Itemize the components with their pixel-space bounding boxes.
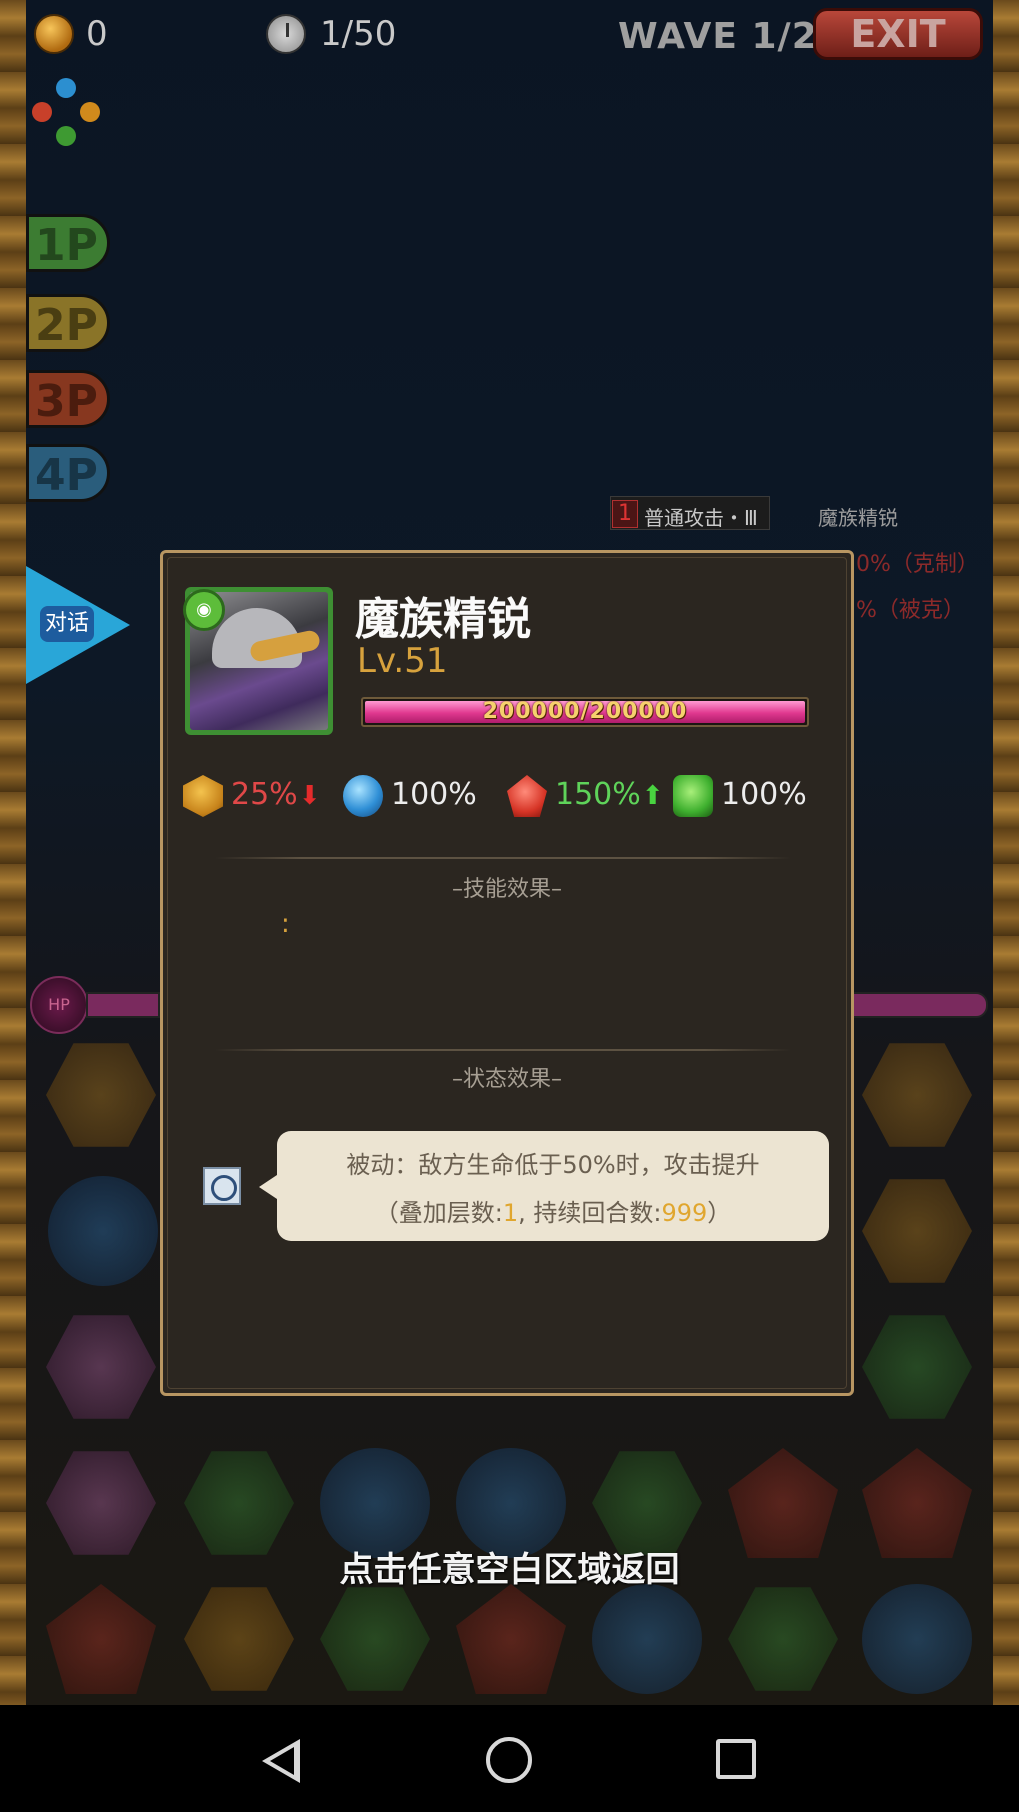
gold-element-icon: [183, 775, 223, 817]
divider: [215, 1049, 791, 1051]
enemy-hp-text: 200000/200000: [482, 699, 688, 724]
status-effect-tooltip: 被动：敌方生命低于50%时，攻击提升 （叠加层数:1, 持续回合数:999）: [259, 1131, 829, 1241]
wood-orb[interactable]: [728, 1587, 838, 1691]
gold-orb[interactable]: [862, 1043, 972, 1147]
water-orb[interactable]: [862, 1584, 972, 1694]
wave-indicator: WAVE 1/2: [618, 16, 818, 57]
stack-count: 1: [502, 1199, 519, 1227]
bg-skill-number: 1: [612, 500, 638, 528]
arrow-up-icon: ⬆: [641, 781, 664, 811]
coin-icon: [34, 14, 74, 54]
resistance-value: 100%: [721, 777, 807, 812]
bg-enemy-name: 魔族精锐: [818, 506, 898, 530]
menu-icon[interactable]: [32, 78, 102, 148]
home-icon[interactable]: [486, 1737, 532, 1783]
fire-orb[interactable]: [456, 1584, 566, 1694]
team-hp-bar-right: [852, 992, 988, 1018]
fire-element-icon: [507, 775, 547, 817]
fire-orb[interactable]: [46, 1584, 156, 1694]
return-hint: 点击任意空白区域返回: [339, 1550, 680, 1590]
enemy-hp-bar: 200000/200000: [361, 697, 809, 727]
talk-label: 对话: [40, 606, 94, 642]
party-tab-4p[interactable]: 4P: [26, 444, 110, 502]
status-section-title: –状态效果–: [451, 1067, 562, 1092]
heart-orb[interactable]: [46, 1315, 156, 1419]
ornate-frame-right: [993, 0, 1019, 1705]
gold-orb[interactable]: [184, 1587, 294, 1691]
game-screen[interactable]: 0 1/50 WAVE 1/2 EXIT 1P 2P 3P 4P 对话 1 普通…: [0, 0, 1019, 1705]
party-tab-3p[interactable]: 3P: [26, 370, 110, 428]
ornate-frame-left: [0, 0, 26, 1705]
enemy-info-dialog: ◉ 魔族精锐 Lv.51 200000/200000 25%⬇ 100% 150…: [160, 550, 854, 1396]
gold-orb[interactable]: [46, 1043, 156, 1147]
bg-disadvantage-line: %（被克）: [856, 598, 965, 623]
enemy-name: 魔族精锐: [355, 594, 531, 645]
status-effect-details: （叠加层数:1, 持续回合数:999）: [374, 1199, 732, 1227]
skill-section-title: –技能效果–: [451, 877, 562, 902]
skill-content: :: [281, 909, 290, 939]
water-element-icon: [343, 775, 383, 817]
team-hp-bar-left: [86, 992, 160, 1018]
hp-heart-icon: HP: [30, 976, 88, 1034]
clock-icon: [266, 14, 306, 54]
resistance-value: 100%: [391, 777, 477, 812]
status-effect-description: 被动：敌方生命低于50%时，攻击提升: [346, 1151, 760, 1179]
wood-element-icon: [673, 775, 713, 817]
resistance-value: 150%: [555, 777, 641, 812]
turn-counter: 1/50: [320, 14, 397, 54]
recent-apps-icon[interactable]: [716, 1739, 756, 1779]
wood-orb[interactable]: [320, 1587, 430, 1691]
divider: [215, 857, 791, 859]
enemy-class-icon: ◉: [183, 589, 225, 631]
gold-orb[interactable]: [862, 1179, 972, 1283]
duration-count: 999: [661, 1199, 708, 1227]
hud-bar: 0 1/50 WAVE 1/2 EXIT: [30, 8, 989, 60]
resistance-value: 25%: [231, 777, 298, 812]
talk-button[interactable]: 对话: [26, 566, 130, 684]
system-nav-bar: [0, 1705, 1019, 1812]
buff-target-icon[interactable]: [203, 1167, 241, 1205]
water-orb[interactable]: [592, 1584, 702, 1694]
coin-count: 0: [86, 14, 108, 54]
arrow-down-icon: ⬇: [298, 781, 321, 811]
party-tab-1p[interactable]: 1P: [26, 214, 110, 272]
bg-skill-name: 普通攻击・Ⅲ: [644, 506, 758, 530]
wood-orb[interactable]: [862, 1315, 972, 1419]
bg-advantage-line: 0%（克制）: [856, 552, 979, 577]
water-orb[interactable]: [48, 1176, 158, 1286]
back-icon[interactable]: [262, 1739, 300, 1783]
party-tab-2p[interactable]: 2P: [26, 294, 110, 352]
enemy-level: Lv.51: [357, 641, 448, 681]
exit-button[interactable]: EXIT: [813, 8, 983, 60]
